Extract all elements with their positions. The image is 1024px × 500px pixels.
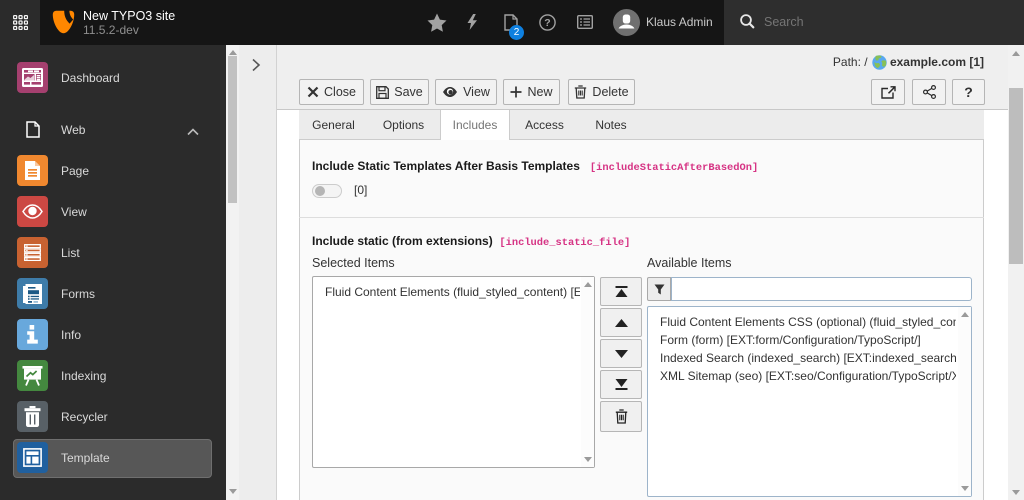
svg-text:?: ? [544, 17, 550, 29]
